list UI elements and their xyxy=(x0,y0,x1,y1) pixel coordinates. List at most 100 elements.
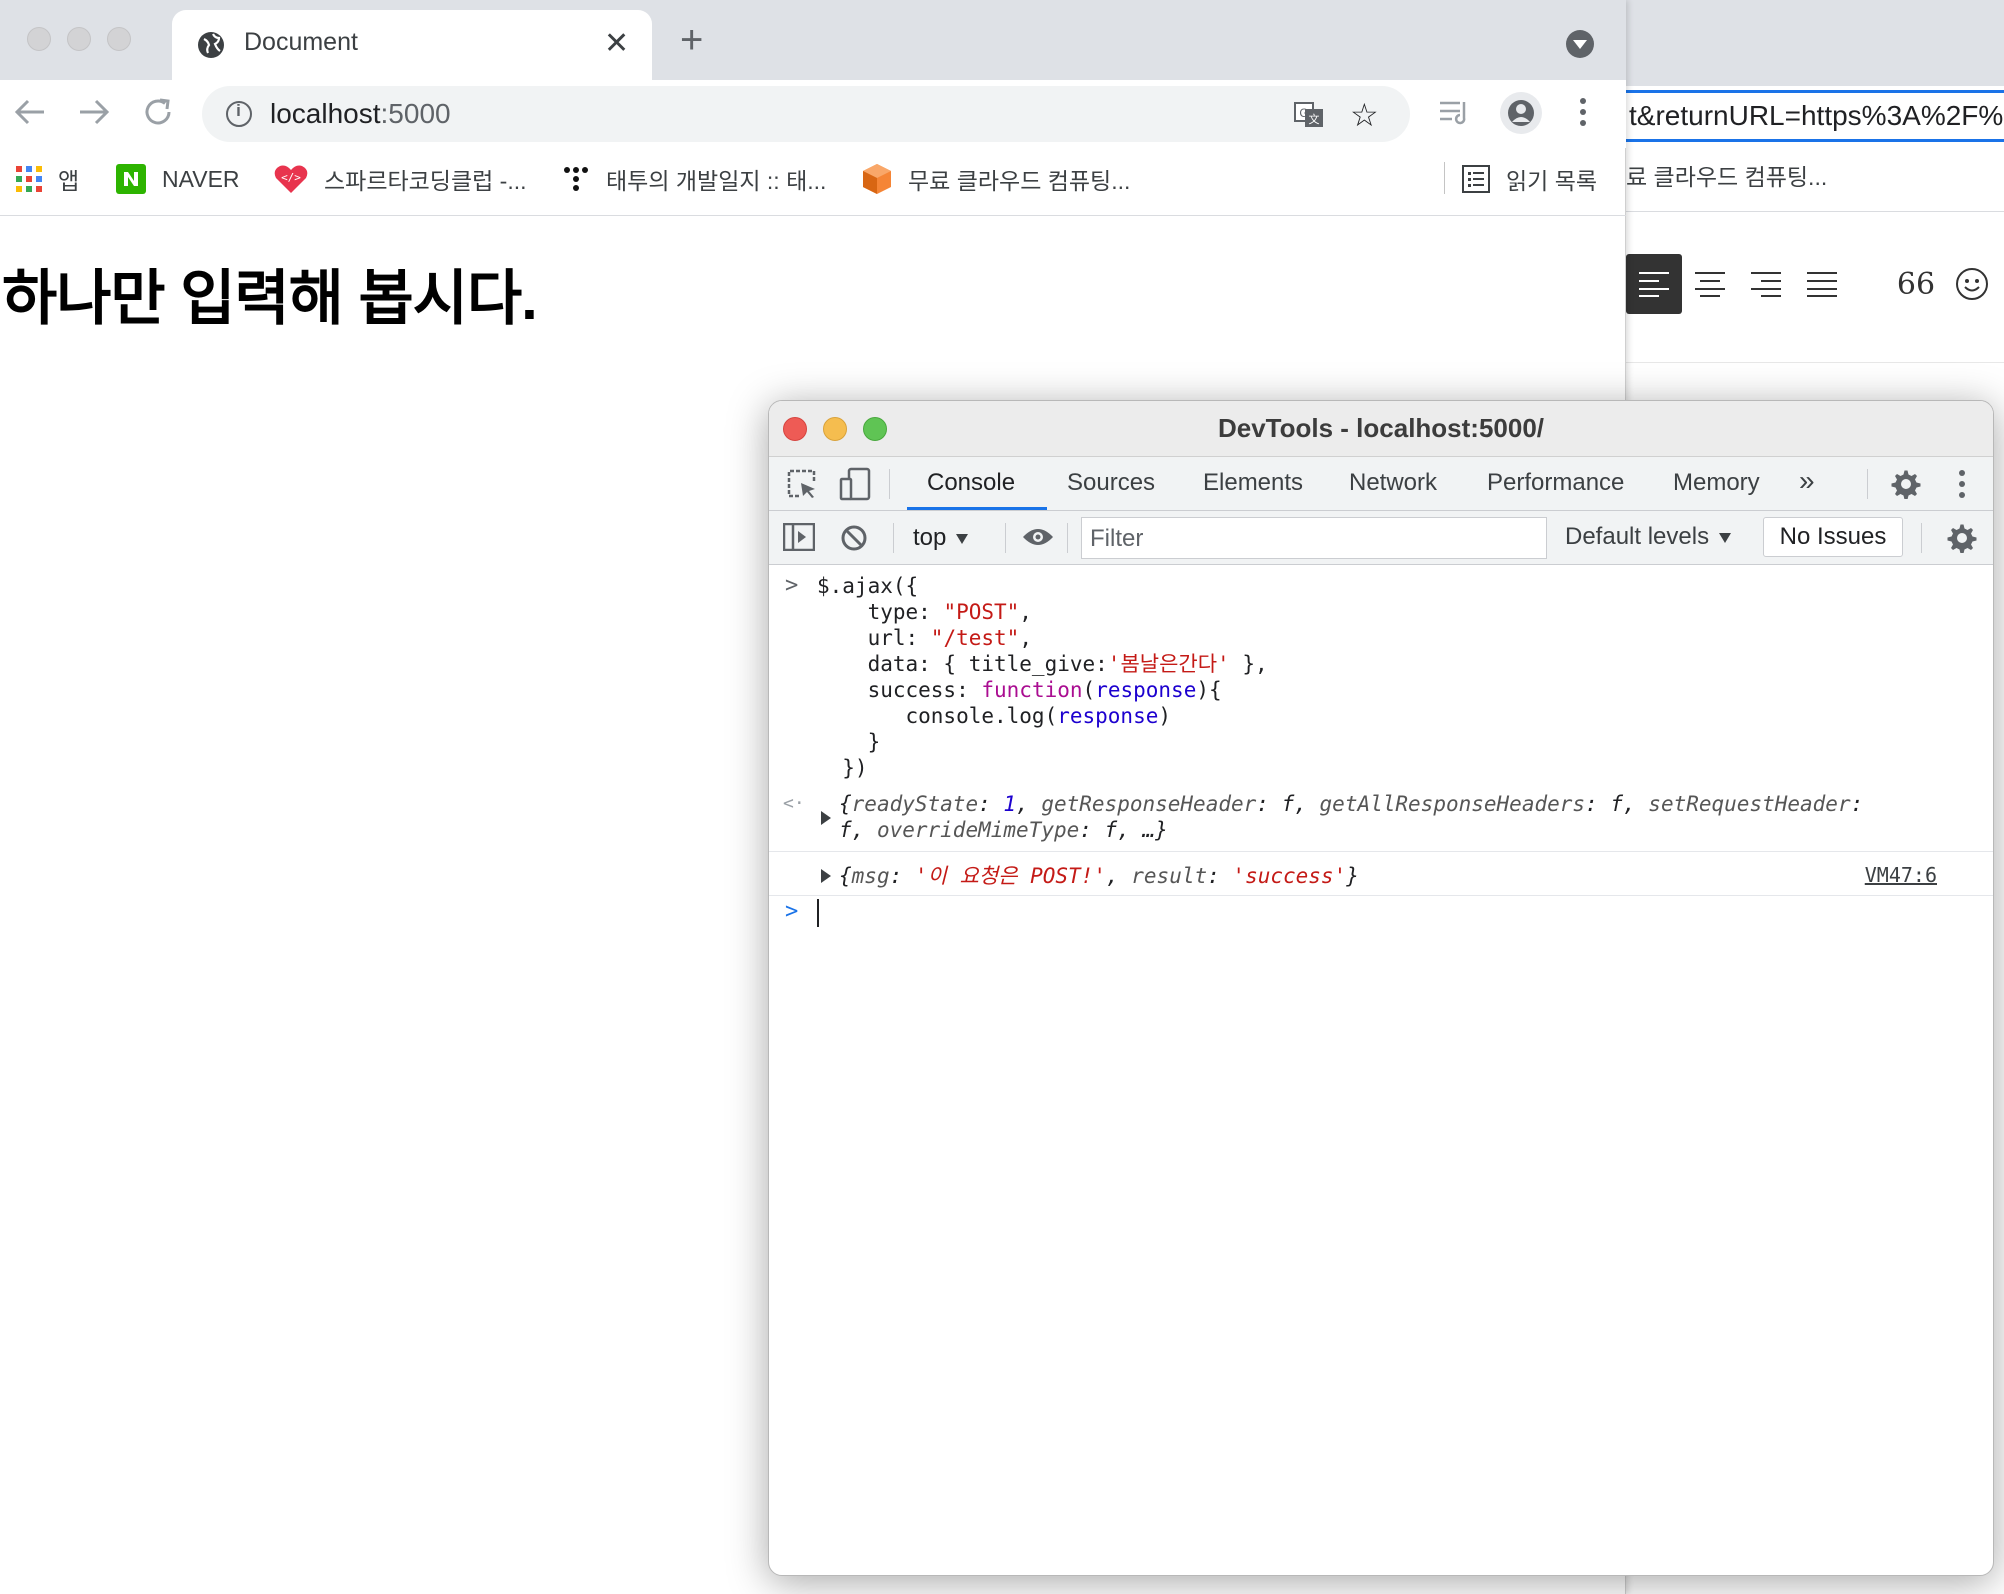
code-line: data: { title_give:'봄날은간다' }, xyxy=(817,652,1268,676)
divider xyxy=(1067,523,1068,553)
new-tab-button[interactable]: + xyxy=(680,20,703,60)
reading-list-icon xyxy=(1462,165,1490,193)
bookmark-label: 앱 xyxy=(58,168,80,194)
align-center-icon xyxy=(1695,272,1725,297)
more-tabs-button[interactable]: » xyxy=(1799,465,1815,497)
clear-console-icon[interactable] xyxy=(839,523,869,553)
url-text: localhost:5000 xyxy=(270,98,451,129)
tab-document[interactable]: Document ✕ xyxy=(172,10,652,80)
back-button[interactable] xyxy=(10,92,50,132)
reading-list-button[interactable]: 읽기 목록 xyxy=(1462,148,1597,210)
bookmark-star-icon[interactable]: ☆ xyxy=(1350,96,1379,134)
align-justify-button[interactable] xyxy=(1794,254,1850,314)
divider xyxy=(1005,523,1006,553)
devtools-tabbar: Console Sources Elements Network Perform… xyxy=(769,457,1993,511)
profile-avatar[interactable] xyxy=(1500,92,1542,134)
bookmarks-bar: 앱 NAVER </> 스파르타코딩클럽 -... 태투의 개발일지 :: 태.… xyxy=(0,148,1626,210)
arrow-left-icon xyxy=(14,99,44,125)
reload-button[interactable] xyxy=(138,92,178,132)
code-line: $.ajax({ xyxy=(817,574,919,598)
tab-strip: Document ✕ + xyxy=(0,0,1626,80)
quote-button[interactable]: 66 xyxy=(1888,254,1944,314)
console-input-caret[interactable] xyxy=(817,899,819,927)
eye-icon[interactable] xyxy=(1021,525,1055,549)
devtools-title: DevTools - localhost:5000/ xyxy=(1217,413,1545,443)
browser-menu-button[interactable] xyxy=(1580,98,1586,130)
sparta-icon: </> xyxy=(274,164,308,194)
divider xyxy=(889,469,890,499)
align-left-icon xyxy=(1639,272,1669,297)
console-settings-gear-icon[interactable] xyxy=(1947,523,1977,553)
align-justify-icon xyxy=(1807,272,1837,297)
devtools-titlebar: DevTools - localhost:5000/ xyxy=(769,401,1993,457)
bookmark-label: NAVER xyxy=(162,165,240,192)
background-url-field[interactable]: t&returnURL=https%3A%2F% xyxy=(1620,90,2004,142)
tab-console[interactable]: Console xyxy=(927,469,1015,497)
context-selector[interactable]: top xyxy=(913,524,969,552)
bookmark-apps[interactable]: 앱 xyxy=(16,148,79,210)
tab-elements[interactable]: Elements xyxy=(1203,469,1303,497)
inspect-element-icon[interactable] xyxy=(787,469,817,499)
divider xyxy=(769,895,1993,896)
window-close-button[interactable] xyxy=(27,27,51,51)
sidebar-toggle-icon[interactable] xyxy=(783,523,815,551)
person-icon xyxy=(1508,100,1534,126)
return-arrow-icon: <· xyxy=(783,793,805,814)
translate-icon[interactable]: G文 xyxy=(1294,100,1324,130)
browser-toolbar: localhost:5000 G文 ☆ xyxy=(0,80,1626,148)
arrow-right-icon xyxy=(80,99,110,125)
bookmark-label: 태투의 개발일지 :: 태... xyxy=(606,168,827,194)
code-line: } xyxy=(817,730,881,754)
expand-triangle-icon[interactable] xyxy=(821,811,831,825)
window-minimize-button[interactable] xyxy=(67,27,91,51)
tistory-icon xyxy=(562,165,590,193)
align-right-button[interactable] xyxy=(1738,254,1794,314)
tab-memory[interactable]: Memory xyxy=(1673,469,1760,497)
source-link[interactable]: VM47:6 xyxy=(1865,863,1937,887)
bookmark-label: 무료 클라우드 컴퓨팅... xyxy=(908,168,1131,194)
background-urlbar: t&returnURL=https%3A%2F% xyxy=(1620,86,2004,146)
forward-button[interactable] xyxy=(74,92,114,132)
filter-input[interactable]: Filter xyxy=(1081,517,1547,559)
bookmark-tistory[interactable]: 태투의 개발일지 :: 태... xyxy=(562,148,826,210)
divider xyxy=(1620,211,2004,212)
emoji-button[interactable] xyxy=(1944,254,2000,314)
address-bar[interactable]: localhost:5000 G文 ☆ xyxy=(202,86,1410,142)
bookmark-label: 스파르타코딩클럽 -... xyxy=(324,168,527,194)
background-tabstrip xyxy=(1620,0,2004,86)
bookmark-naver[interactable]: NAVER xyxy=(116,148,240,210)
aws-icon xyxy=(862,163,892,195)
code-line: }) xyxy=(817,756,868,780)
devtools-menu-button[interactable] xyxy=(1959,470,1965,502)
page-heading: 하나만 입력해 봅시다. xyxy=(2,265,538,332)
devtools-window: DevTools - localhost:5000/ Console Sourc… xyxy=(768,400,1994,1576)
issues-button[interactable]: No Issues xyxy=(1763,517,1903,557)
background-bookmark[interactable]: 료 클라우드 컴퓨팅... xyxy=(1620,146,2004,208)
log-levels-dropdown[interactable]: Default levels xyxy=(1565,523,1732,551)
bookmark-aws[interactable]: 무료 클라우드 컴퓨팅... xyxy=(862,148,1130,210)
return-value-line[interactable]: {readyState: 1, getResponseHeader: f, ge… xyxy=(839,791,1863,817)
media-controls-icon[interactable] xyxy=(1438,98,1472,128)
divider xyxy=(1867,469,1868,499)
tab-performance[interactable]: Performance xyxy=(1487,469,1624,497)
align-left-button[interactable] xyxy=(1626,254,1682,314)
bookmark-sparta[interactable]: </> 스파르타코딩클럽 -... xyxy=(274,148,527,210)
tab-sources[interactable]: Sources xyxy=(1067,469,1155,497)
site-info-icon[interactable] xyxy=(226,101,252,127)
settings-gear-icon[interactable] xyxy=(1891,469,1921,499)
svg-text:G: G xyxy=(1299,106,1308,120)
align-center-button[interactable] xyxy=(1682,254,1738,314)
tab-close-button[interactable]: ✕ xyxy=(604,26,629,61)
window-maximize-button[interactable] xyxy=(107,27,131,51)
expand-triangle-icon[interactable] xyxy=(821,869,831,883)
divider xyxy=(0,215,1626,216)
console-output[interactable]: > $.ajax({ type: "POST", url: "/test", d… xyxy=(769,565,1993,1575)
tab-search-button[interactable] xyxy=(1566,30,1594,58)
align-right-icon xyxy=(1751,272,1781,297)
log-message[interactable]: {msg: '이 요청은 POST!', result: 'success'} xyxy=(839,863,1359,889)
smiley-icon xyxy=(1956,268,1988,300)
device-toolbar-icon[interactable] xyxy=(839,467,871,501)
code-line: console.log(response) xyxy=(817,704,1172,728)
tab-network[interactable]: Network xyxy=(1349,469,1437,497)
divider xyxy=(1921,523,1922,553)
